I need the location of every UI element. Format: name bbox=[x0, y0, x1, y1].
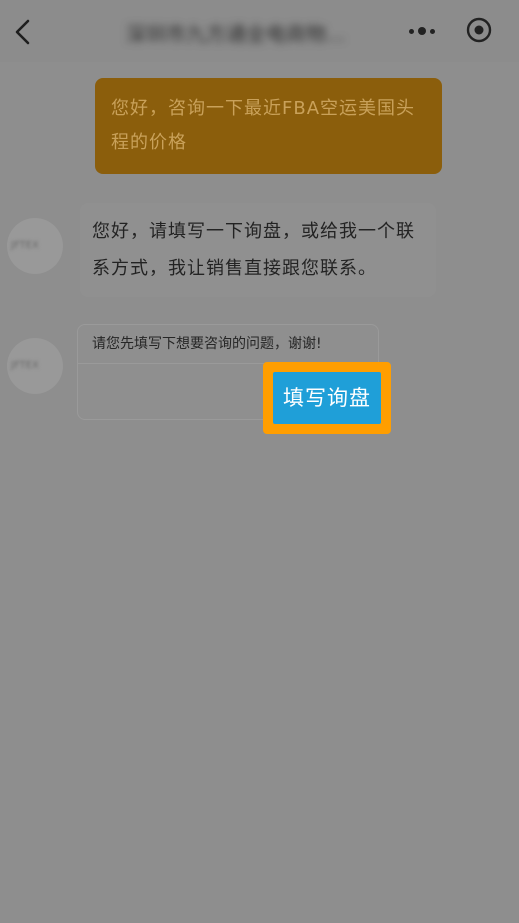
outgoing-message-text: 您好，咨询一下最近FBA空运美国头程的价格 bbox=[111, 98, 416, 153]
incoming-message-text: 您好，请填写一下询盘，或给我一个联系方式，我让销售直接跟您联系。 bbox=[92, 221, 415, 279]
more-dot bbox=[409, 28, 414, 34]
more-dots-icon[interactable] bbox=[406, 18, 438, 44]
avatar-logo-text: JFTEX bbox=[11, 360, 39, 371]
chevron-left-icon[interactable] bbox=[8, 14, 40, 50]
avatar[interactable]: JFTEX bbox=[7, 218, 63, 274]
avatar[interactable]: JFTEX bbox=[7, 338, 63, 394]
inquiry-card-text: 请您先填写下想要咨询的问题，谢谢! bbox=[92, 336, 322, 352]
fill-inquiry-button-highlight[interactable]: 填写询盘 bbox=[263, 362, 391, 434]
more-dot-center bbox=[418, 27, 426, 35]
fill-inquiry-button[interactable]: 填写询盘 bbox=[273, 372, 381, 424]
outgoing-message-bubble: 您好，咨询一下最近FBA空运美国头程的价格 bbox=[95, 78, 442, 174]
chat-screen: 深圳市九方通全电商物... 您好，咨询一下最近FBA空运美国头程的价格 JFTE… bbox=[0, 0, 519, 923]
incoming-message-bubble: 您好，请填写一下询盘，或给我一个联系方式，我让销售直接跟您联系。 bbox=[80, 203, 436, 297]
more-dot bbox=[430, 28, 435, 34]
chat-title: 深圳市九方通全电商物... bbox=[126, 22, 346, 46]
back-arrow-svg bbox=[15, 19, 30, 45]
top-bar: 深圳市九方通全电商物... bbox=[0, 0, 519, 62]
record-svg bbox=[466, 17, 492, 43]
record-target-icon[interactable] bbox=[466, 17, 492, 43]
avatar-logo-text: JFTEX bbox=[11, 240, 39, 251]
